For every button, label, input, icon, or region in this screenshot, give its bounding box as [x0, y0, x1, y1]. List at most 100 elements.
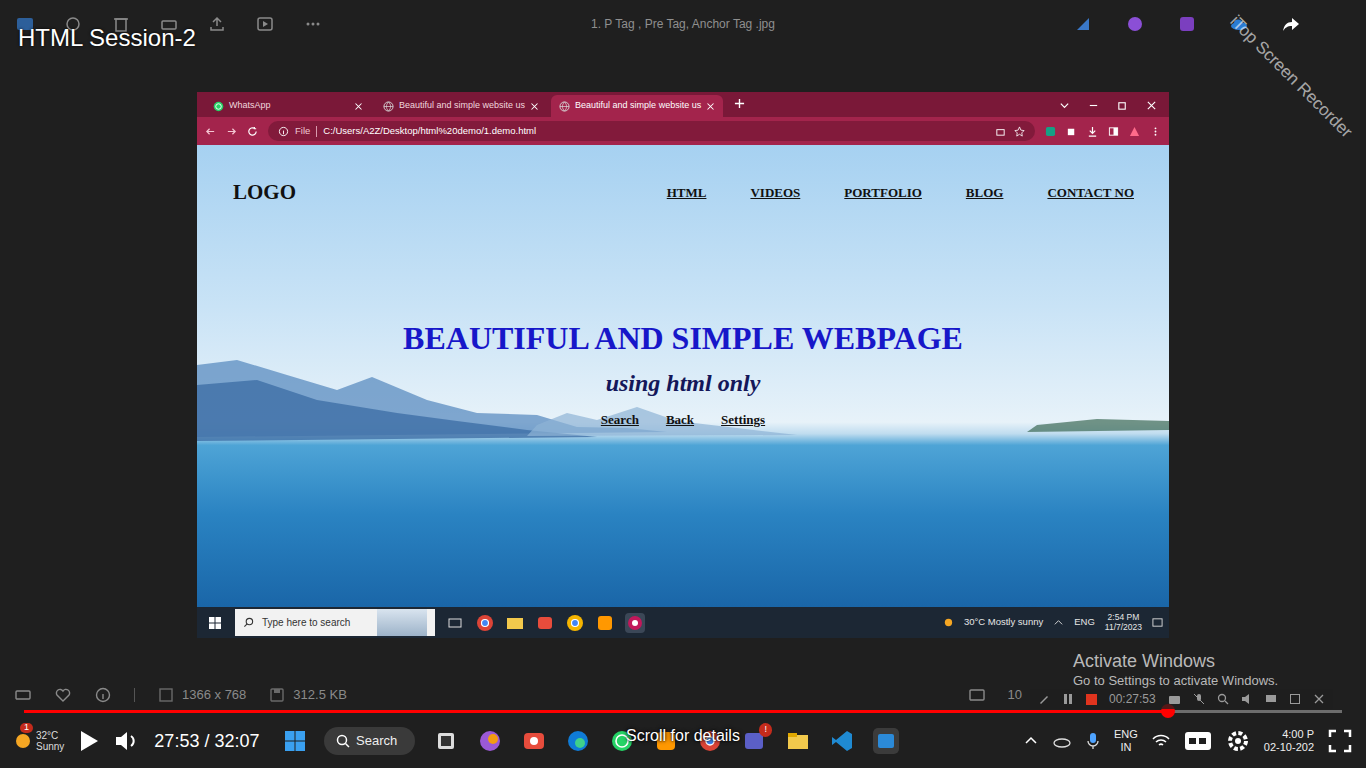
share-page-icon[interactable]	[995, 126, 1006, 137]
url-field[interactable]: File C:/Users/A2Z/Desktop/html%20demo/1.…	[268, 121, 1035, 141]
mic-off-icon[interactable]	[1193, 693, 1205, 705]
forward-icon[interactable]	[226, 126, 237, 137]
recorder-icon[interactable]	[535, 613, 555, 633]
chrome-active-icon[interactable]	[625, 613, 645, 633]
video-title[interactable]: HTML Session-2	[18, 20, 196, 56]
windows-start-icon[interactable]	[284, 730, 306, 752]
tab-list-icon[interactable]	[1059, 100, 1070, 111]
language-indicator[interactable]: ENG	[1074, 615, 1095, 629]
file-explorer-icon[interactable]	[505, 613, 525, 633]
close-recorder-icon[interactable]	[1313, 693, 1325, 705]
menu-icon[interactable]	[1150, 126, 1161, 137]
minimize-icon[interactable]	[1088, 100, 1099, 111]
clock[interactable]: 2:54 PM 11/7/2023	[1105, 613, 1142, 633]
chrome-profile-icon[interactable]	[565, 613, 585, 633]
extensions-icon[interactable]	[1066, 126, 1077, 137]
browser-tab[interactable]: WhatsApp	[205, 95, 371, 117]
zoom-level[interactable]: 10	[1008, 685, 1022, 705]
info-icon[interactable]	[278, 126, 289, 137]
tray-icons-icon[interactable]	[1053, 617, 1064, 628]
windows-start-icon[interactable]	[205, 613, 225, 633]
camera-icon[interactable]	[1168, 693, 1181, 705]
share-arrow-icon[interactable]	[1282, 15, 1300, 33]
close-icon[interactable]	[1146, 100, 1157, 111]
download-icon[interactable]	[1087, 126, 1098, 137]
nav-link[interactable]: CONTACT NO	[1047, 183, 1134, 203]
sublime-icon[interactable]	[653, 728, 679, 754]
host-search[interactable]: Search	[324, 727, 415, 755]
globe-icon	[383, 101, 394, 112]
pen-icon[interactable]	[1038, 693, 1050, 705]
whatsapp-icon[interactable]	[609, 728, 635, 754]
more-icon[interactable]	[304, 15, 322, 33]
designer-icon[interactable]	[1126, 15, 1144, 33]
clipchamp-icon[interactable]	[1178, 15, 1196, 33]
page-link[interactable]: Search	[601, 410, 639, 430]
tab-close-icon[interactable]	[706, 102, 715, 111]
captions-icon[interactable]	[1184, 730, 1212, 752]
page-link[interactable]: Settings	[721, 410, 765, 430]
copilot-icon[interactable]	[477, 728, 503, 754]
stop-icon[interactable]	[1086, 694, 1097, 705]
new-tab-icon[interactable]	[734, 98, 745, 109]
task-view-icon[interactable]	[445, 613, 465, 633]
image-dimensions: 1366 x 768	[182, 685, 246, 705]
tab-close-icon[interactable]	[354, 102, 363, 111]
page-link[interactable]: Back	[666, 410, 694, 430]
heart-icon[interactable]	[54, 686, 72, 704]
gear-icon[interactable]	[1226, 729, 1250, 753]
pause-icon[interactable]	[1062, 693, 1074, 705]
microphone-icon[interactable]	[1086, 732, 1100, 750]
sidebar-icon[interactable]	[1108, 126, 1119, 137]
browser-tab[interactable]: Beautiful and simple website us	[551, 95, 723, 117]
share-icon[interactable]	[208, 15, 226, 33]
app-icon[interactable]	[1074, 15, 1092, 33]
chrome-icon[interactable]	[475, 613, 495, 633]
weather-text[interactable]: 30°C Mostly sunny	[964, 615, 1043, 629]
notification-icon[interactable]	[1152, 617, 1163, 628]
seek-track[interactable]	[24, 710, 1342, 713]
fullscreen-icon[interactable]	[1328, 729, 1352, 753]
file-explorer-icon[interactable]	[785, 728, 811, 754]
profile-icon[interactable]	[1129, 126, 1140, 137]
restore-icon[interactable]	[1117, 100, 1128, 111]
zoom-icon[interactable]	[1217, 693, 1229, 705]
logo[interactable]: LOGO	[233, 177, 296, 209]
taskbar-search[interactable]: Type here to search	[235, 609, 435, 636]
wifi-icon[interactable]	[1152, 733, 1170, 749]
teams-app[interactable]: !	[741, 728, 767, 754]
star-icon[interactable]	[1014, 126, 1025, 137]
cloud-icon[interactable]	[1052, 733, 1072, 749]
url-text[interactable]: C:/Users/A2Z/Desktop/html%20demo/1.demo.…	[323, 124, 536, 138]
sublime-icon[interactable]	[595, 613, 615, 633]
host-clock[interactable]: 4:00 P 02-10-202	[1264, 728, 1314, 754]
browser-tab[interactable]: Beautiful and simple website us	[375, 95, 547, 117]
tray-chevron-icon[interactable]	[1024, 734, 1038, 748]
nav-link[interactable]: HTML	[667, 183, 707, 203]
recorder-icon[interactable]	[521, 728, 547, 754]
volume-icon[interactable]	[114, 729, 140, 753]
chrome-icon[interactable]	[697, 728, 723, 754]
vscode-icon[interactable]	[829, 728, 855, 754]
fit-screen-icon[interactable]	[968, 686, 986, 704]
nav-link[interactable]: VIDEOS	[750, 183, 800, 203]
reload-icon[interactable]	[247, 126, 258, 137]
back-icon[interactable]	[205, 126, 216, 137]
export-icon[interactable]	[1289, 693, 1301, 705]
play-icon[interactable]	[78, 729, 100, 753]
info-icon[interactable]	[94, 686, 112, 704]
nav-link[interactable]: BLOG	[966, 183, 1004, 203]
weather-icon[interactable]	[943, 617, 954, 628]
language-indicator[interactable]: ENG IN	[1114, 728, 1138, 753]
slideshow-icon[interactable]	[256, 15, 274, 33]
chat-icon[interactable]	[1265, 693, 1277, 705]
edge-icon[interactable]	[565, 728, 591, 754]
task-view-icon[interactable]	[433, 728, 459, 754]
speaker-icon[interactable]	[1241, 693, 1253, 705]
photos-icon[interactable]	[873, 728, 899, 754]
extension-w-icon[interactable]	[1045, 126, 1056, 137]
host-weather[interactable]: 1 32°CSunny	[14, 730, 64, 752]
filmstrip-icon[interactable]	[14, 686, 32, 704]
tab-close-icon[interactable]	[530, 102, 539, 111]
nav-link[interactable]: PORTFOLIO	[844, 183, 922, 203]
